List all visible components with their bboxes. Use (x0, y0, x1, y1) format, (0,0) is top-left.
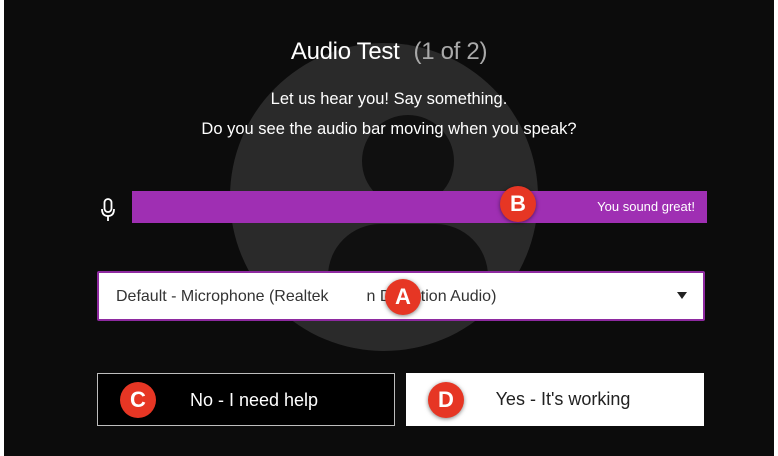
annotation-badge-d: D (428, 382, 464, 418)
step-indicator: (1 of 2) (413, 38, 488, 65)
audio-status-text: You sound great! (597, 199, 695, 214)
annotation-badge-c: C (120, 382, 156, 418)
dialog-title-text: Audio Test (290, 38, 400, 65)
dropdown-caret-icon (677, 292, 687, 299)
microphone-select-value: Default - Microphone (Realtek n Definitio… (116, 288, 496, 306)
instruction-line-2: Do you see the audio bar moving when you… (201, 120, 577, 138)
annotation-badge-a: A (385, 279, 421, 315)
select-value-left: Default - Microphone (Realtek (116, 288, 329, 305)
annotation-badge-b: B (500, 186, 536, 222)
audio-test-dialog: Audio Test (1 of 2) Let us hear you! Say … (4, 0, 774, 456)
microphone-icon (101, 198, 115, 221)
audio-level-bar: You sound great! (132, 191, 707, 223)
instruction-line-1: Let us hear you! Say something. (270, 90, 508, 108)
dialog-title: Audio Test (1 of 2) (4, 38, 774, 66)
